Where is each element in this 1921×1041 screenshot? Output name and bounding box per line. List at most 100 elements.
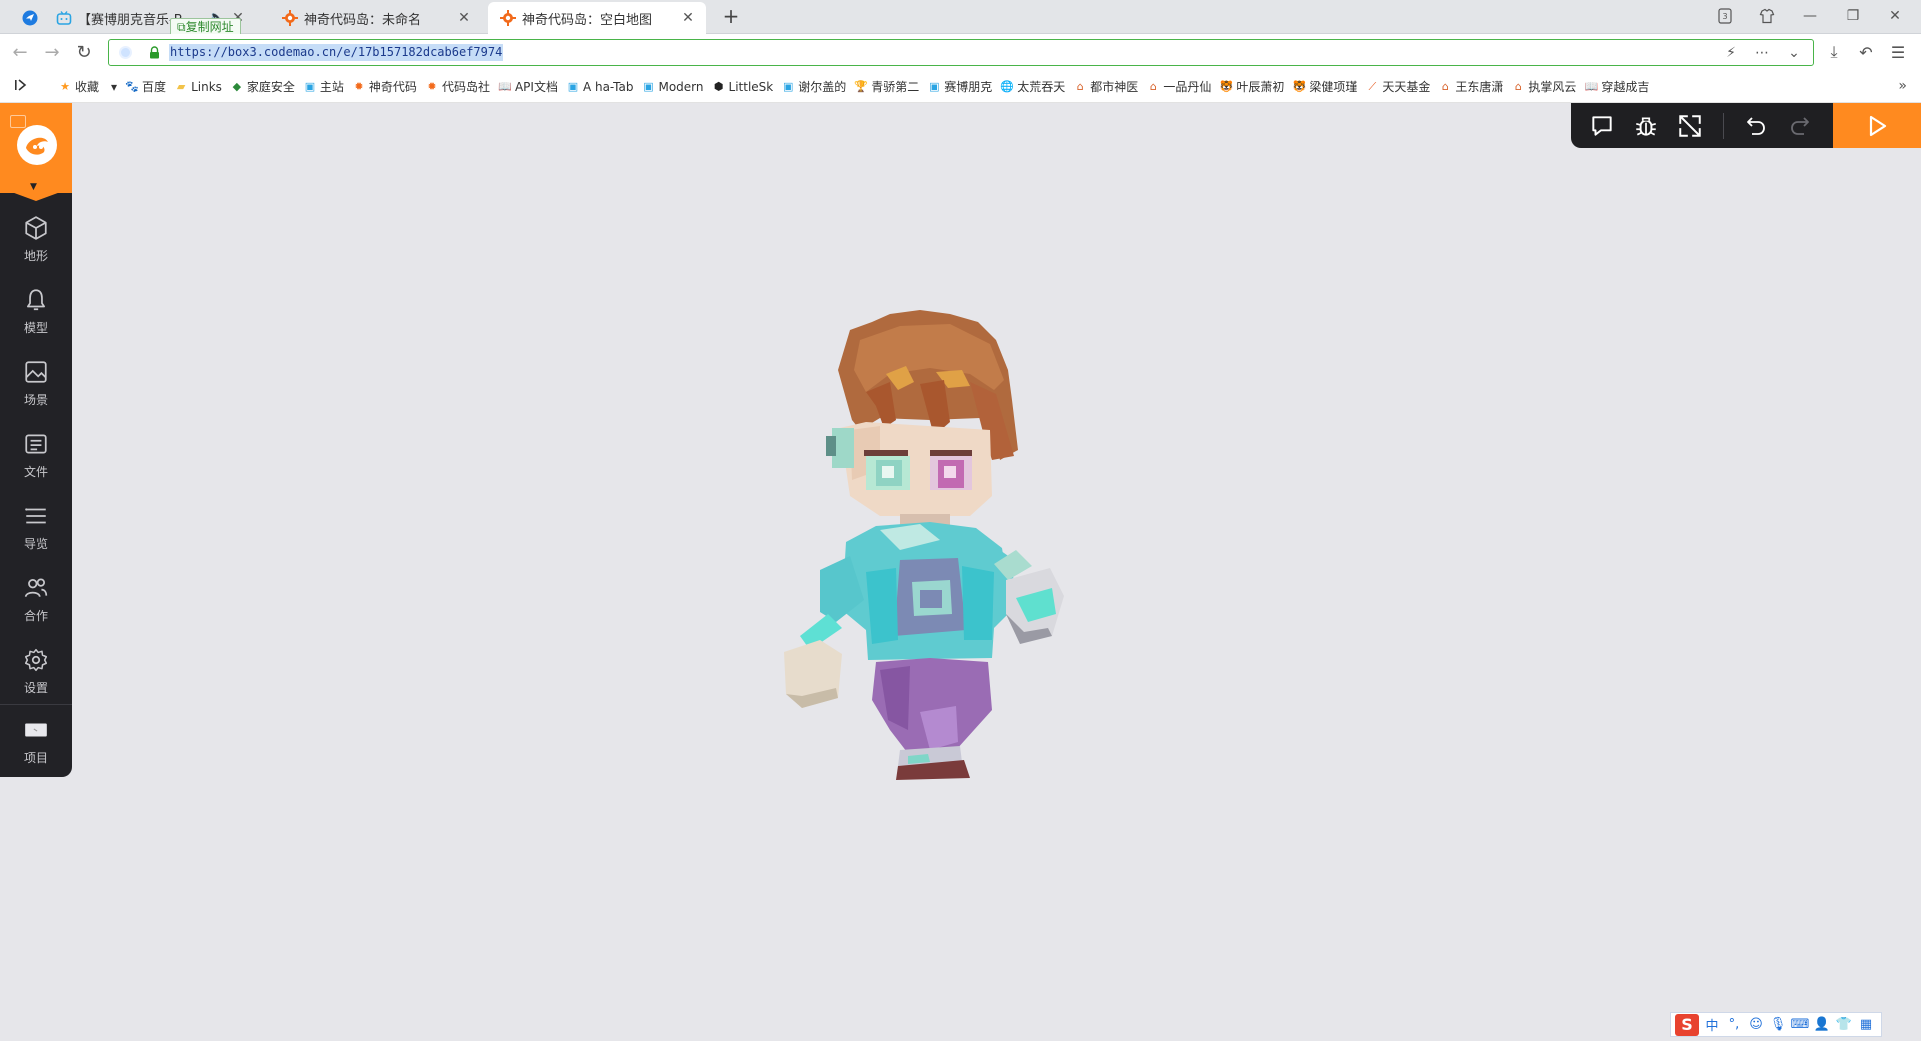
minimize-panel-icon[interactable] [10, 115, 26, 128]
sidebar-item-guide[interactable]: 导览 [0, 491, 72, 563]
book-icon: 📖 [498, 79, 512, 93]
close-window-icon[interactable]: ✕ [1880, 4, 1910, 28]
chevron-down-icon[interactable]: ▾ [111, 80, 117, 94]
sidebar-item-project[interactable]: 项目 [0, 705, 72, 777]
bookmark-label: 王东唐潇 [1455, 80, 1504, 94]
bilibili-icon: ▣ [929, 79, 940, 93]
chevron-down-icon[interactable]: ▼ [30, 182, 37, 192]
microphone-icon[interactable]: 🎙 [1767, 1015, 1789, 1035]
tab-codemao-untitled[interactable]: 神奇代码岛：未命名 ✕ [270, 2, 482, 34]
scene-viewport[interactable] [780, 310, 1100, 780]
bookmark-item[interactable]: ✹ 代码岛社 [425, 76, 490, 98]
reload-icon[interactable]: ↻ [72, 40, 96, 64]
emoji-icon[interactable]: ☺ [1745, 1015, 1767, 1035]
ime-mode-indicator[interactable]: 中 [1701, 1015, 1723, 1035]
tiger-icon: 🐯 [1292, 79, 1307, 93]
bell-icon [27, 288, 45, 310]
sidebar-item-model[interactable]: 模型 [0, 275, 72, 347]
minimize-icon[interactable]: — [1795, 4, 1825, 28]
bookmark-label: 赛博朋克 [944, 80, 993, 94]
sogou-logo[interactable]: S [1675, 1013, 1699, 1036]
tab-codemao-blank-map[interactable]: 神奇代码岛：空白地图 ✕ [488, 2, 706, 34]
bookmark-item[interactable]: ▣ 谢尔盖的 [781, 76, 846, 98]
editor-toolbar [1571, 103, 1921, 148]
bookmark-item[interactable]: ⟋ 天天基金 [1365, 76, 1431, 98]
skin-icon[interactable] [1752, 4, 1782, 28]
run-button[interactable] [1833, 103, 1921, 148]
undo-icon[interactable] [1741, 111, 1771, 141]
user-icon[interactable]: 👤 [1811, 1015, 1833, 1035]
bookmark-item[interactable]: ▣ 赛博朋克 [927, 76, 992, 98]
more-bookmarks-icon[interactable]: » [1898, 78, 1907, 94]
bilibili-icon [56, 10, 72, 26]
bookmark-item[interactable]: ▰ Links [174, 76, 222, 98]
project-thumbnail-icon [25, 723, 47, 736]
chevron-down-icon[interactable]: ⌄ [1784, 44, 1804, 62]
bilibili-icon: ▣ [567, 79, 579, 93]
sidebar-item-file[interactable]: 文件 [0, 419, 72, 491]
bookmark-item[interactable]: 🌐 太荒吞天 [1000, 76, 1065, 98]
tab-title: 神奇代码岛：未命名 [304, 12, 422, 28]
folder-icon: ▰ [176, 79, 186, 93]
sidebar-item-collaborate[interactable]: 合作 [0, 563, 72, 635]
ime-toolbar[interactable]: S 中 °, ☺ 🎙 ⌨ 👤 👕 ▦ [1670, 1012, 1882, 1037]
undo-close-icon[interactable]: ↶ [1854, 40, 1878, 64]
chat-icon[interactable] [1587, 111, 1617, 141]
bookmark-item[interactable]: ⌂ 执掌风云 [1511, 76, 1577, 98]
bookmark-label: 一品丹仙 [1163, 80, 1212, 94]
debug-icon[interactable] [1631, 111, 1661, 141]
browser-logo-icon [22, 10, 38, 26]
new-tab-button[interactable]: + [720, 6, 742, 28]
close-icon[interactable]: ✕ [680, 10, 696, 26]
bookmark-label: 谢尔盖的 [798, 80, 847, 94]
bookmark-item[interactable]: 📖 API文档 [498, 76, 558, 98]
bookmark-item[interactable]: 🐾 百度 [125, 76, 166, 98]
sidebar-toggle-icon[interactable] [14, 78, 30, 94]
sidebar-item-scene[interactable]: 场景 [0, 347, 72, 419]
forward-icon[interactable]: → [40, 40, 64, 64]
download-icon[interactable]: ⤓ [1822, 40, 1846, 64]
voxel-character-model[interactable] [780, 310, 1100, 780]
bookmark-item[interactable]: ⌂ 一品丹仙 [1146, 76, 1212, 98]
bookmark-item[interactable]: 🐯 叶辰萧初 [1219, 76, 1284, 98]
sidebar-item-settings[interactable]: 设置 [0, 635, 72, 707]
bookmark-item[interactable]: ▣ A ha-Tab [566, 76, 634, 98]
sidebar-item-label: 文件 [23, 464, 48, 479]
bookmark-item[interactable]: 🏆 青骄第二 [854, 76, 919, 98]
bookmarks-bar: ★ 收藏 ▾ 🐾 百度 ▰ Links ◆ 家庭安全 ▣ 主站 ✹ 神奇代码 ✹ 代码岛社 📖 API文档 ▣ A… [0, 70, 1921, 103]
sidebar-item-label: 场景 [23, 392, 48, 407]
bookmark-item[interactable]: 📖 穿越成吉 [1584, 76, 1650, 98]
punctuation-icon[interactable]: °, [1723, 1015, 1745, 1035]
menu-icon[interactable]: ☰ [1886, 40, 1910, 64]
bookmark-item[interactable]: ▣ Modern [641, 76, 703, 98]
sidebar-item-terrain[interactable]: 地形 [0, 203, 72, 275]
toolbox-icon[interactable]: ▦ [1855, 1015, 1877, 1035]
sidebar-item-label: 设置 [23, 680, 48, 695]
bookmark-item[interactable]: ▣ 主站 [303, 76, 344, 98]
url-text[interactable]: https://box3.codemao.cn/e/17b157182dcab6… [169, 44, 504, 61]
browser-navbar: ← → ↻ https://box3.codemao.cn/e/17b15718… [0, 34, 1921, 70]
more-icon[interactable]: ⋯ [1752, 44, 1772, 62]
bookmark-item[interactable]: ◆ 家庭安全 [230, 76, 295, 98]
skin-icon[interactable]: 👕 [1833, 1015, 1855, 1035]
file-icon [25, 433, 47, 454]
back-icon[interactable]: ← [8, 40, 32, 64]
fullscreen-icon[interactable] [1675, 111, 1705, 141]
bookmark-label: LittleSk [728, 79, 774, 94]
bookmark-item[interactable]: ⌂ 王东唐潇 [1438, 76, 1504, 98]
restore-icon[interactable]: ❐ [1838, 4, 1868, 28]
bookmark-item[interactable]: ✹ 神奇代码 [352, 76, 417, 98]
tab-title: 神奇代码岛：空白地图 [522, 12, 653, 28]
bookmark-label: 收藏 [75, 80, 100, 94]
keyboard-icon[interactable]: ⌨ [1789, 1015, 1811, 1035]
bookmark-label: 叶辰萧初 [1236, 80, 1285, 94]
bookmark-item[interactable]: ⌂ 都市神医 [1073, 76, 1139, 98]
redo-icon[interactable] [1785, 111, 1815, 141]
address-bar[interactable]: https://box3.codemao.cn/e/17b157182dcab6… [108, 39, 1814, 66]
bookmark-item[interactable]: 🐯 梁健项瑾 [1292, 76, 1357, 98]
bookmark-item[interactable]: ⬢ LittleSk [712, 76, 774, 98]
tab-list-icon[interactable]: 3 [1710, 4, 1740, 28]
lightning-icon[interactable]: ⚡ [1721, 44, 1741, 62]
bookmark-item[interactable]: ★ 收藏 ▾ [58, 76, 117, 98]
close-icon[interactable]: ✕ [456, 10, 472, 26]
